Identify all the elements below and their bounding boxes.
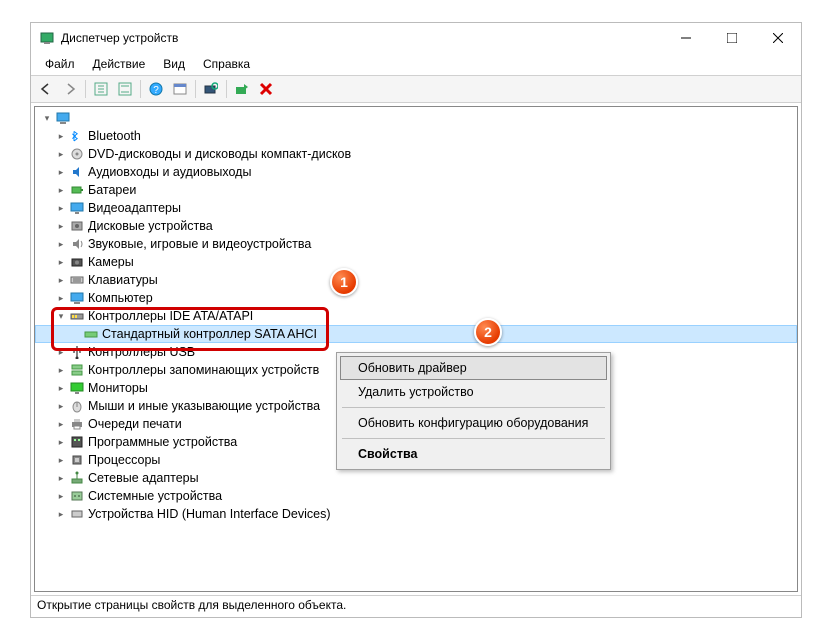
menu-view[interactable]: Вид [155,55,193,73]
sound-icon [69,236,85,252]
hid-icon [69,506,85,522]
status-text: Открытие страницы свойств для выделенног… [37,598,346,612]
disk-icon [69,218,85,234]
tree-item[interactable]: ▸Устройства HID (Human Interface Devices… [35,505,797,523]
device-tree[interactable]: ▾ ▸Bluetooth▸DVD-дисководы и дисководы к… [34,106,798,592]
menubar: Файл Действие Вид Справка [31,53,801,75]
context-update-driver[interactable]: Обновить драйвер [340,356,607,380]
properties-icon[interactable] [169,78,191,100]
back-button[interactable] [35,78,57,100]
update-driver-icon[interactable] [231,78,253,100]
tree-item[interactable]: ▸Камеры [35,253,797,271]
tree-item[interactable]: ▸Клавиатуры [35,271,797,289]
window-title: Диспетчер устройств [61,31,178,45]
context-scan-hardware[interactable]: Обновить конфигурацию оборудования [340,411,607,435]
context-remove-device[interactable]: Удалить устройство [340,380,607,404]
menu-help[interactable]: Справка [195,55,258,73]
toolbar: ? [31,75,801,103]
ide-icon [69,308,85,324]
software-icon [69,434,85,450]
monitor-icon [69,380,85,396]
app-icon [39,30,55,46]
camera-icon [69,254,85,270]
network-icon [69,470,85,486]
cpu-icon [69,452,85,468]
tree-item[interactable]: ▸Компьютер [35,289,797,307]
tree-item[interactable]: ▸Системные устройства [35,487,797,505]
tree-root[interactable]: ▾ [35,109,797,127]
titlebar: Диспетчер устройств [31,23,801,53]
battery-icon [69,182,85,198]
tree-item[interactable]: ▸Видеоадаптеры [35,199,797,217]
computer-icon [55,110,71,126]
tree-item[interactable]: ▸Звуковые, игровые и видеоустройства [35,235,797,253]
context-menu: Обновить драйвер Удалить устройство Обно… [336,352,611,470]
menu-action[interactable]: Действие [85,55,154,73]
system-icon [69,488,85,504]
statusbar: Открытие страницы свойств для выделенног… [31,595,801,617]
audio-icon [69,164,85,180]
printer-icon [69,416,85,432]
usb-icon [69,344,85,360]
maximize-button[interactable] [709,23,755,53]
help-icon[interactable]: ? [145,78,167,100]
window-controls [663,23,801,53]
mouse-icon [69,398,85,414]
device-manager-window: Диспетчер устройств Файл Действие Вид Сп… [30,22,802,618]
close-button[interactable] [755,23,801,53]
tree-item[interactable]: ▸DVD-дисководы и дисководы компакт-диско… [35,145,797,163]
tree-item[interactable]: ▸Дисковые устройства [35,217,797,235]
list-icon[interactable] [114,78,136,100]
tree-ide-controllers[interactable]: ▾ Контроллеры IDE ATA/ATAPI [35,307,797,325]
menu-file[interactable]: Файл [37,55,83,73]
dvd-icon [69,146,85,162]
tree-item[interactable]: ▸Сетевые адаптеры [35,469,797,487]
tree-sata-ahci[interactable]: Стандартный контроллер SATA AHCI [35,325,797,343]
computer-icon [69,290,85,306]
forward-button[interactable] [59,78,81,100]
storage-icon [69,362,85,378]
tree-item[interactable]: ▸Батареи [35,181,797,199]
keyboard-icon [69,272,85,288]
bluetooth-icon [69,128,85,144]
tree-item[interactable]: ▸Аудиовходы и аудиовыходы [35,163,797,181]
scan-icon[interactable] [200,78,222,100]
tree-item[interactable]: ▸Bluetooth [35,127,797,145]
uninstall-icon[interactable] [255,78,277,100]
detail-icon[interactable] [90,78,112,100]
context-properties[interactable]: Свойства [340,442,607,466]
sata-icon [83,326,99,342]
display-icon [69,200,85,216]
minimize-button[interactable] [663,23,709,53]
svg-text:?: ? [153,85,159,96]
